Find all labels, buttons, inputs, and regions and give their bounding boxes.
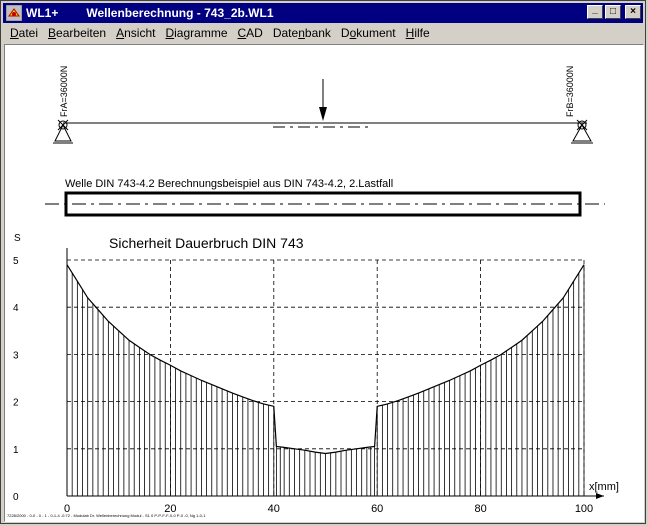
chart-series xyxy=(66,264,585,496)
maximize-icon: □ xyxy=(609,6,617,17)
menu-bar: Datei Bearbeiten Ansicht Diagramme CAD Datenb… xyxy=(3,24,643,42)
support-right-label: FrB=36000N xyxy=(565,66,575,117)
support-left-label: FrA=36000N xyxy=(59,66,69,117)
close-icon: × xyxy=(630,6,636,17)
footer-small-text: 7228/2000 - 0-0 - 0 - 1 - 0-1-4 -0:72 - … xyxy=(7,513,206,518)
chart-y-axis-label: S xyxy=(14,233,21,244)
title-bar[interactable]: WL1+ Wellenberechnung - 743_2b.WL1 _ □ × xyxy=(3,3,643,23)
x-tick-label: 60 xyxy=(371,503,383,515)
shaft-diagram: Welle DIN 743-4.2 Berechnungsbeispiel au… xyxy=(45,178,605,217)
application-window: WL1+ Wellenberechnung - 743_2b.WL1 _ □ ×… xyxy=(0,0,646,524)
menu-item-hilfe[interactable]: Hilfe xyxy=(401,26,435,40)
drawing-area[interactable]: FrA=36000N FrB=36000N Welle DIN 743-4.2 … xyxy=(4,44,644,522)
y-tick-label: 2 xyxy=(13,398,19,409)
menu-item-diagramme[interactable]: Diagramme xyxy=(160,26,232,40)
safety-chart: Sicherheit Dauerbruch DIN 743 S x[mm] 0 1… xyxy=(13,233,619,515)
menu-item-ansicht[interactable]: Ansicht xyxy=(111,26,160,40)
menu-item-bearbeiten[interactable]: Bearbeiten xyxy=(43,26,111,40)
y-tick-label: 5 xyxy=(13,256,19,267)
menu-item-datei[interactable]: Datei xyxy=(3,26,43,40)
y-tick-label: 0 xyxy=(13,492,19,503)
chart-x-axis-label: x[mm] xyxy=(589,481,619,493)
menu-item-cad[interactable]: CAD xyxy=(233,26,268,40)
y-tick-label: 4 xyxy=(13,303,19,314)
beam-diagram: FrA=36000N FrB=36000N xyxy=(53,66,593,144)
x-tick-label: 80 xyxy=(474,503,486,515)
y-tick-label: 1 xyxy=(13,445,19,456)
menu-item-dokument[interactable]: Dokument xyxy=(336,26,401,40)
y-tick-label: 3 xyxy=(13,350,19,361)
minimize-button[interactable]: _ xyxy=(587,5,603,19)
maximize-button[interactable]: □ xyxy=(605,5,621,19)
x-tick-label: 100 xyxy=(575,503,593,515)
x-axis-arrow-icon xyxy=(596,493,604,499)
x-tick-label: 40 xyxy=(268,503,280,515)
app-name: WL1+ xyxy=(26,6,59,20)
app-icon[interactable] xyxy=(5,4,23,22)
window-title: Wellenberechnung - 743_2b.WL1 xyxy=(86,6,274,20)
menu-item-datenbank[interactable]: Datenbank xyxy=(268,26,336,40)
drawing-canvas[interactable]: FrA=36000N FrB=36000N Welle DIN 743-4.2 … xyxy=(5,45,643,521)
chart-title: Sicherheit Dauerbruch DIN 743 xyxy=(109,235,304,251)
load-arrow-icon xyxy=(319,79,327,121)
minimize-icon: _ xyxy=(592,4,598,15)
shaft-title: Welle DIN 743-4.2 Berechnungsbeispiel au… xyxy=(65,178,393,190)
close-button[interactable]: × xyxy=(625,5,641,19)
